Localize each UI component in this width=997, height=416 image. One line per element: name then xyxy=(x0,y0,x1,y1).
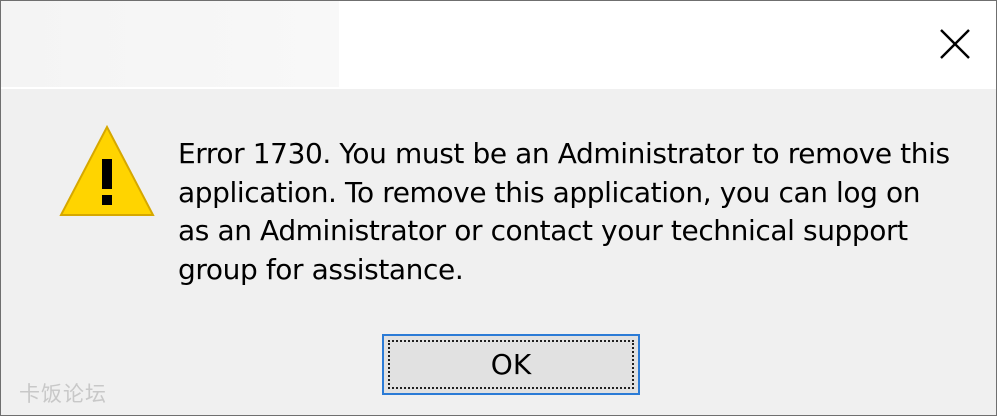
message-line-3: as an Administrator or contact your tech… xyxy=(178,214,908,247)
close-icon xyxy=(939,29,970,59)
ok-button[interactable]: OK xyxy=(382,334,640,395)
message-line-1: Error 1730. You must be an Administrator… xyxy=(178,137,950,170)
close-button[interactable] xyxy=(913,1,996,87)
watermark: 卡饭论坛 xyxy=(19,382,107,406)
error-message: Error 1730. You must be an Administrator… xyxy=(178,135,968,289)
error-dialog: Error 1730. You must be an Administrator… xyxy=(0,0,997,416)
title-area xyxy=(1,1,339,87)
title-bar xyxy=(1,1,996,89)
message-line-2: application. To remove this application,… xyxy=(178,175,921,209)
warning-icon xyxy=(57,121,157,221)
ok-label: OK xyxy=(490,348,532,381)
message-line-4: group for assistance. xyxy=(178,252,464,286)
